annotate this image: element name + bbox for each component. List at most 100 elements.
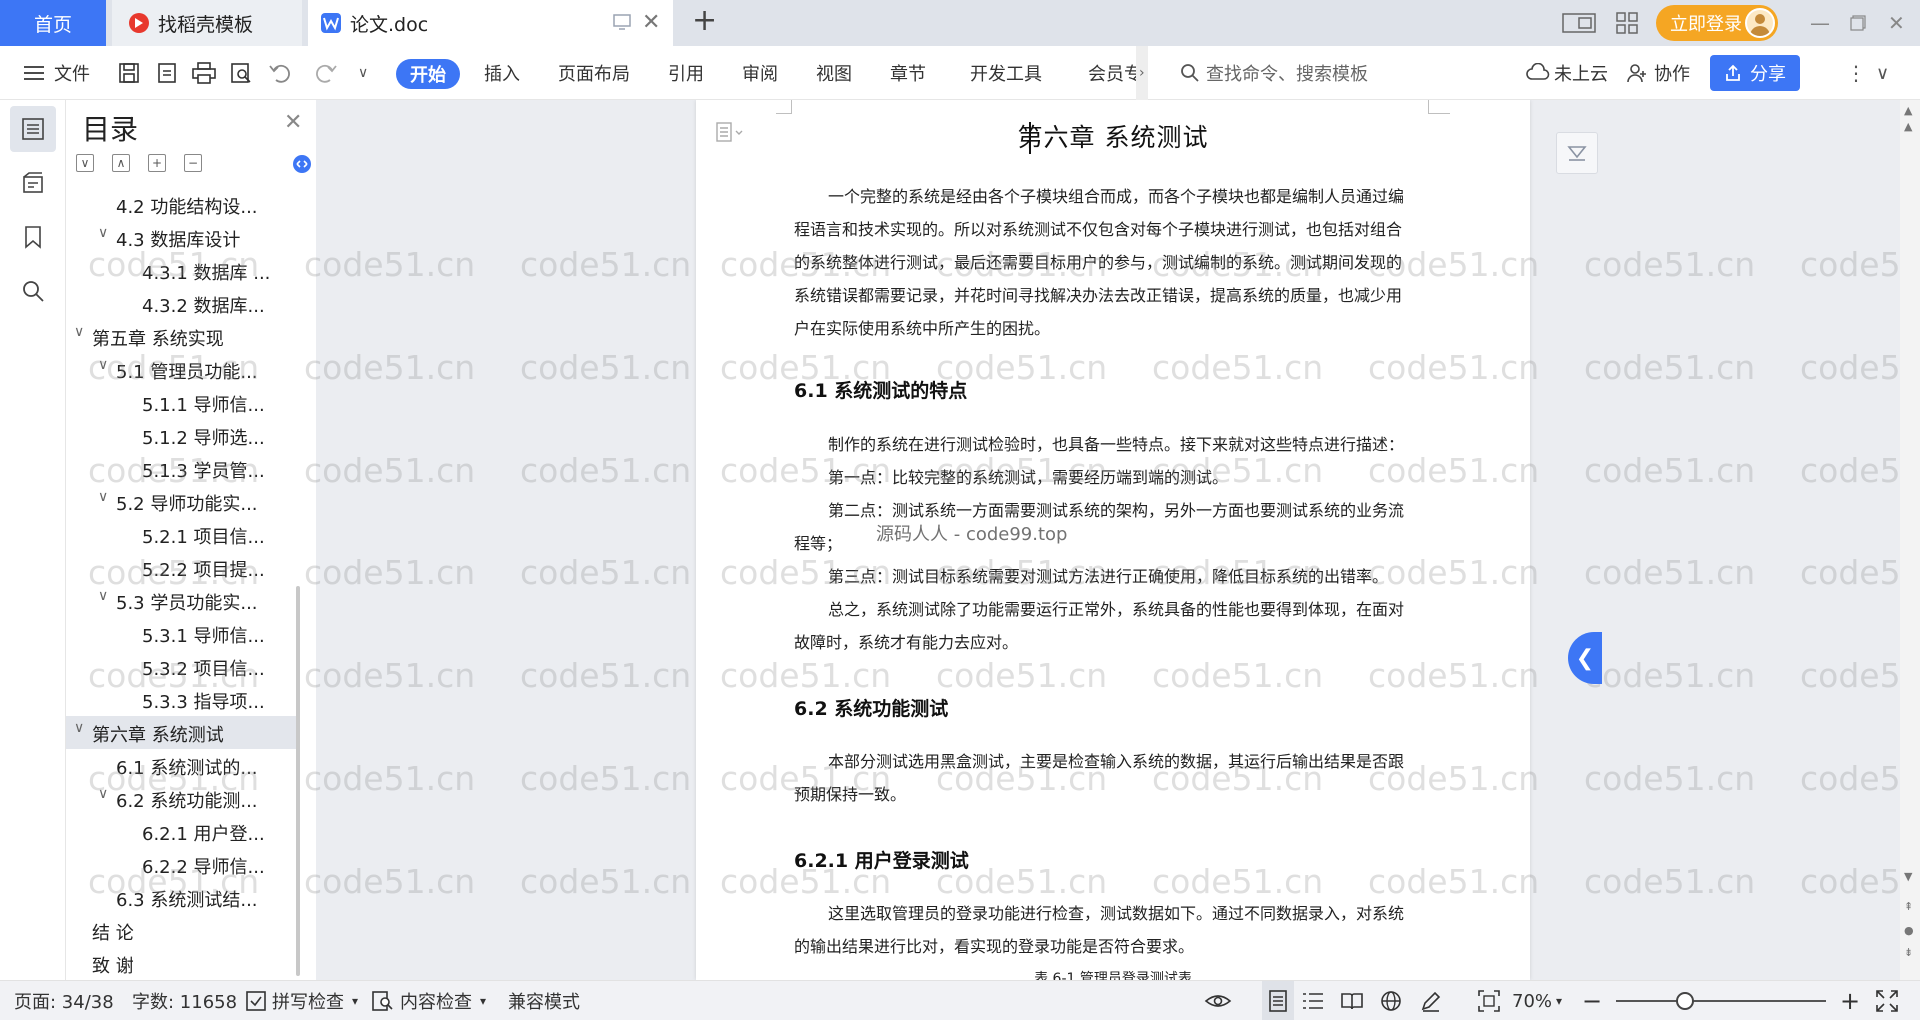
toc-item[interactable]: 6.3 系统测试结... — [66, 881, 300, 914]
toc-item[interactable]: 5.2.1 项目信... — [66, 518, 300, 551]
toc-item[interactable]: 4.3.1 数据库 ... — [66, 254, 300, 287]
maximize-icon[interactable] — [1850, 0, 1866, 46]
share-button[interactable]: 分享 — [1710, 55, 1800, 91]
document-page[interactable]: 第六章 系统测试 一个完整的系统是经由各个子模块组合而成，而各个子模块也都是编制… — [696, 100, 1530, 980]
toc-item[interactable]: ∨ 5.2 导师功能实... — [66, 485, 300, 518]
quick-access-dropdown-icon[interactable]: ∨ — [358, 46, 368, 100]
undo-icon[interactable] — [268, 46, 292, 100]
chevron-down-icon[interactable]: ∨ — [98, 786, 108, 802]
tab-start[interactable]: 开始 — [396, 59, 460, 89]
spell-check-button[interactable]: 拼写检查 — [272, 981, 344, 1020]
tab-view[interactable]: 视图 — [816, 46, 852, 100]
toc-item[interactable]: ∨ 5.1 管理员功能... — [66, 353, 300, 386]
login-button[interactable]: 立即登录 — [1656, 5, 1778, 41]
tab-references[interactable]: 引用 — [668, 46, 704, 100]
tab-page-layout[interactable]: 页面布局 — [558, 46, 630, 100]
file-menu[interactable]: 文件 — [54, 46, 90, 100]
collapse-ribbon-icon[interactable]: ∨ — [1876, 46, 1889, 100]
toc-item[interactable]: 4.2 功能结构设... — [66, 188, 300, 221]
tab-chapter[interactable]: 章节 — [890, 46, 926, 100]
more-tabs-icon[interactable]: › — [1136, 46, 1148, 100]
new-tab-button[interactable]: + — [692, 6, 717, 36]
fit-page-icon[interactable] — [1478, 981, 1500, 1020]
tab-member[interactable]: 会员专 — [1088, 46, 1142, 100]
eye-protection-icon[interactable] — [1204, 981, 1232, 1020]
chevron-down-icon[interactable]: ∨ — [98, 588, 108, 604]
toc-panel-button[interactable] — [10, 106, 56, 152]
close-window-icon[interactable]: ✕ — [1888, 0, 1905, 46]
chevron-down-icon[interactable]: ∨ — [98, 225, 108, 241]
scroll-up-arrow-icon[interactable]: ▲ — [1904, 104, 1912, 117]
toc-item[interactable]: 5.3.1 导师信... — [66, 617, 300, 650]
toc-scrollbar[interactable] — [296, 586, 300, 976]
toc-item[interactable]: 6.2.2 导师信... — [66, 848, 300, 881]
expand-all-icon[interactable]: ∧ — [112, 154, 130, 172]
tab-float-icon[interactable] — [613, 14, 631, 30]
toc-item[interactable]: 5.1.2 导师选... — [66, 419, 300, 452]
save-icon[interactable] — [118, 46, 140, 100]
toc-item[interactable]: 6.2.1 用户登... — [66, 815, 300, 848]
toc-item[interactable]: ∨ 6.2 系统功能测... — [66, 782, 300, 815]
zoom-slider-knob[interactable] — [1676, 992, 1694, 1010]
page-down-icon[interactable]: ⇟ — [1904, 946, 1913, 959]
outline-view-icon[interactable] — [1302, 981, 1324, 1020]
toc-close-icon[interactable]: ✕ — [284, 110, 302, 135]
page-view-icon[interactable] — [1262, 981, 1294, 1020]
toc-item[interactable]: 致 谢 — [66, 947, 300, 978]
add-heading-icon[interactable]: + — [148, 154, 166, 172]
zoom-dropdown-icon[interactable]: ▾ — [1556, 981, 1562, 1020]
toc-item[interactable]: 5.2.2 项目提... — [66, 551, 300, 584]
toc-item[interactable]: 5.1.3 学员管... — [66, 452, 300, 485]
toc-item[interactable]: 结 论 — [66, 914, 300, 947]
vertical-scrollbar[interactable]: ▲ ▲ ▼ ⇞ ● ⇟ — [1900, 100, 1920, 980]
write-mode-icon[interactable] — [1420, 981, 1442, 1020]
collapse-all-icon[interactable]: ∨ — [76, 154, 94, 172]
spell-check-dropdown-icon[interactable]: ▾ — [352, 981, 358, 1020]
remove-heading-icon[interactable]: − — [184, 154, 202, 172]
tab-insert[interactable]: 插入 — [484, 46, 520, 100]
web-view-icon[interactable] — [1380, 981, 1402, 1020]
toc-item[interactable]: ∨ 第六章 系统测试 — [66, 716, 300, 749]
apps-grid-icon[interactable] — [1616, 0, 1638, 46]
scroll-down-arrow-icon[interactable]: ▼ — [1904, 870, 1912, 883]
toc-item[interactable]: ∨ 5.3 学员功能实... — [66, 584, 300, 617]
toc-settings-icon[interactable] — [292, 154, 312, 174]
page-dot-icon[interactable]: ● — [1904, 924, 1914, 937]
minimize-icon[interactable]: — — [1810, 0, 1830, 46]
word-count[interactable]: 字数: 11658 — [132, 981, 237, 1020]
page-tools-button[interactable] — [1556, 132, 1598, 174]
chevron-down-icon[interactable]: ∨ — [98, 489, 108, 505]
window-layout-icon[interactable] — [1562, 0, 1596, 46]
find-button[interactable] — [10, 268, 56, 314]
zoom-out-button[interactable]: − — [1582, 981, 1602, 1020]
toc-item[interactable]: 5.3.2 项目信... — [66, 650, 300, 683]
tab-home[interactable]: 首页 — [0, 0, 106, 46]
fullscreen-icon[interactable] — [1876, 981, 1898, 1020]
toc-item[interactable]: ∨ 4.3 数据库设计 — [66, 221, 300, 254]
cloud-status[interactable]: 未上云 — [1554, 46, 1608, 100]
print-preview-icon[interactable] — [230, 46, 252, 100]
reading-mode-icon[interactable] — [1340, 981, 1364, 1020]
redo-icon[interactable] — [314, 46, 338, 100]
menu-icon[interactable] — [24, 46, 44, 100]
collab-button[interactable]: 协作 — [1654, 46, 1690, 100]
more-options-icon[interactable]: ⋮ — [1846, 46, 1866, 100]
toc-item[interactable]: 4.3.2 数据库... — [66, 287, 300, 320]
zoom-level[interactable]: 70% — [1512, 981, 1552, 1020]
page-up-icon[interactable]: ⇞ — [1904, 900, 1913, 913]
tab-document[interactable]: 论文.doc ✕ — [308, 0, 673, 46]
bookmark-button[interactable] — [10, 214, 56, 260]
toc-item[interactable]: 6.1 系统测试的... — [66, 749, 300, 782]
export-pdf-icon[interactable] — [156, 46, 178, 100]
chapter-nav-button[interactable] — [10, 160, 56, 206]
tab-developer[interactable]: 开发工具 — [970, 46, 1042, 100]
tab-review[interactable]: 审阅 — [742, 46, 778, 100]
tab-template[interactable]: 找稻壳模板 — [112, 0, 302, 46]
zoom-slider-track[interactable] — [1616, 1000, 1826, 1002]
content-check-dropdown-icon[interactable]: ▾ — [480, 981, 486, 1020]
toc-item[interactable]: 5.3.3 指导项... — [66, 683, 300, 716]
page-indicator[interactable]: 页面: 34/38 — [14, 981, 114, 1020]
toc-item[interactable]: ∨ 第五章 系统实现 — [66, 320, 300, 353]
chevron-down-icon[interactable]: ∨ — [74, 324, 84, 340]
toc-item[interactable]: 5.1.1 导师信... — [66, 386, 300, 419]
